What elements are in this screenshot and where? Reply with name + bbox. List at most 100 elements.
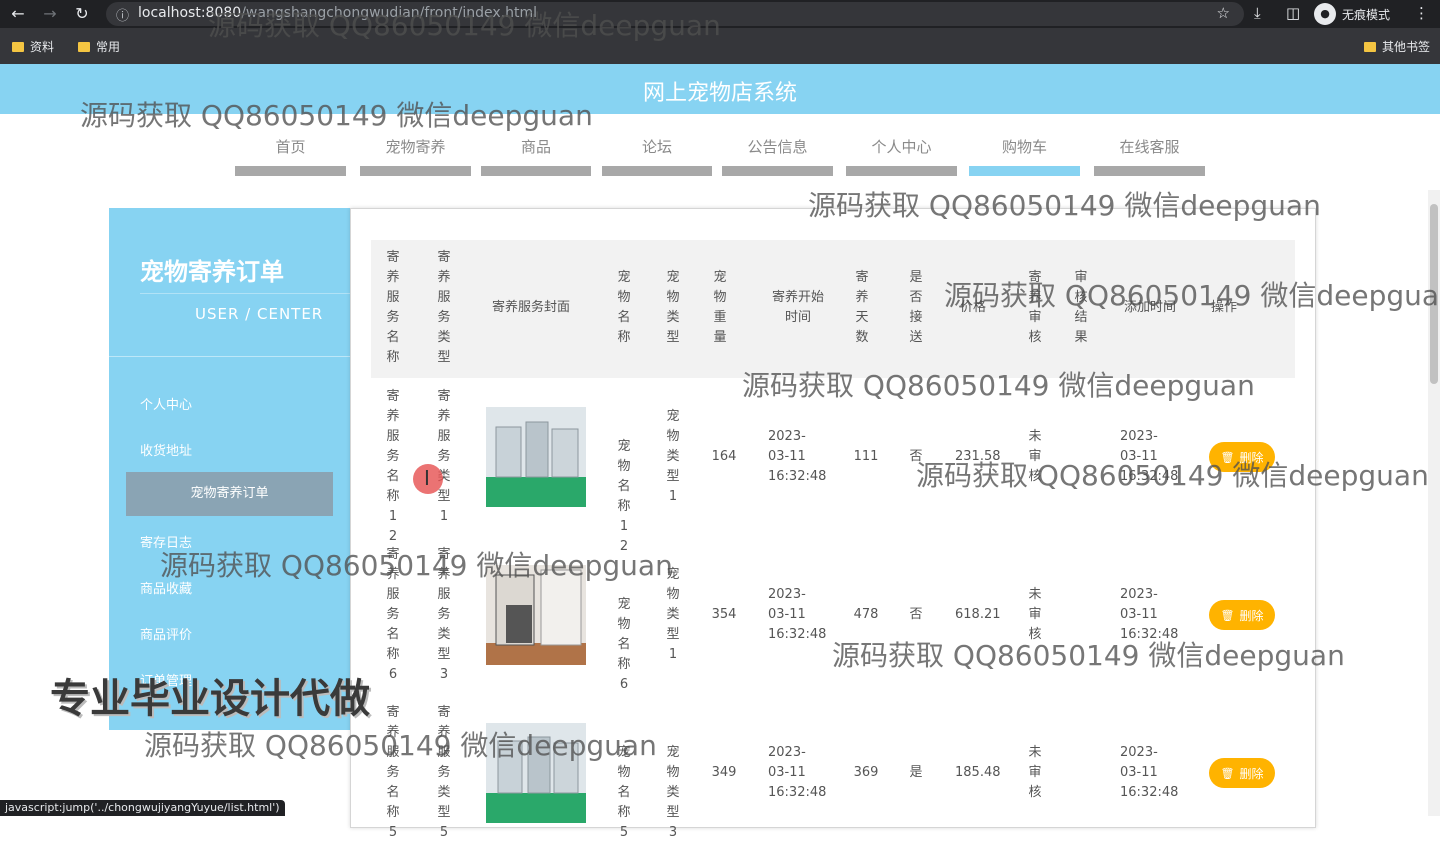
cell-pickup: 否 [909,607,923,622]
cell-price: 231.58 [955,449,1001,464]
cell-pickup: 是 [909,765,923,780]
cell-audit: 未审核 [1028,587,1042,642]
cell-service-name: 寄养服务名称12 [386,389,400,544]
nav-item-goods[interactable]: 商品 [481,130,591,178]
cell-audit: 未审核 [1028,429,1042,484]
sidepanel-icon[interactable]: ◫ [1286,4,1300,22]
header-cover: 寄养服务封面 [491,300,570,315]
delete-button[interactable]: 🗑 删除 [1209,600,1275,630]
folder-icon [1364,41,1376,52]
cell-days: 369 [853,765,879,780]
user-sidebar: 宠物寄养订单 USER / CENTER 个人中心 收货地址 宠物寄养订单 寄存… [109,208,351,730]
cell-added-time: 2023-03-11 16:32:48 [1120,587,1179,642]
delete-button[interactable]: 🗑 删除 [1209,442,1275,472]
cell-start-time: 2023-03-11 16:32:48 [768,745,827,800]
incognito-icon: ● [1314,3,1336,25]
header-result: 审核结果 [1074,270,1088,345]
address-bar[interactable]: ⓘ localhost:8080/wangshangchongwudian/fr… [106,2,1244,26]
header-days: 寄养天数 [855,270,869,345]
bookmark-star-icon[interactable]: ☆ [1217,4,1230,22]
cell-pet-name: 宠物名称12 [617,439,631,554]
cell-service-name: 寄养服务名称5 [386,705,400,840]
download-icon[interactable]: ⤓ [1254,4,1261,22]
nav-item-user-center[interactable]: 个人中心 [846,130,957,178]
folder-icon [78,41,90,52]
sidebar-title: 宠物寄养订单 [140,258,284,286]
trash-icon: 🗑 [1220,608,1235,622]
header-pickup: 是否接送 [909,270,923,345]
cell-weight: 164 [711,449,737,464]
header-pet-name: 宠物名称 [617,270,631,345]
sidebar-subtitle: USER / CENTER [195,305,324,323]
header-added-time: 添加时间 [1123,300,1176,315]
cell-price: 185.48 [955,765,1001,780]
header-audit: 寄养审核 [1028,270,1042,345]
sidebar-item-storage-log[interactable]: 寄存日志 [140,532,192,551]
cell-start-time: 2023-03-11 16:32:48 [768,429,827,484]
orders-panel: 寄养服务名称 寄养服务类型 寄养服务封面 宠物名称 宠物类型 宠物重量 寄养开始… [350,208,1316,840]
forward-icon[interactable]: → [40,4,60,24]
cell-start-time: 2023-03-11 16:32:48 [768,587,827,642]
header-service-type: 寄养服务类型 [437,250,451,365]
header-service-name: 寄养服务名称 [386,250,400,365]
cell-audit: 未审核 [1028,745,1042,800]
cell-pet-type: 宠物类型1 [666,567,680,662]
site-header: 网上宠物店系统 [0,64,1440,114]
menu-icon[interactable]: ⋮ [1414,4,1429,22]
reload-icon[interactable]: ↻ [72,4,92,24]
delete-button[interactable]: 🗑 删除 [1209,758,1275,788]
nav-item-cart[interactable]: 购物车 [969,130,1080,178]
incognito-indicator[interactable]: ● 无痕模式 [1314,3,1390,25]
cell-pet-type: 宠物类型1 [666,409,680,504]
info-icon[interactable]: ⓘ [116,5,129,24]
header-price: 价格 [959,300,986,315]
sidebar-item-reviews[interactable]: 商品评价 [140,624,192,643]
nav-item-forum[interactable]: 论坛 [602,130,712,178]
cell-pickup: 否 [909,449,923,464]
cell-service-type: 寄养服务类型5 [437,705,451,840]
other-bookmarks[interactable]: 其他书签 [1364,38,1430,55]
nav-item-home[interactable]: 首页 [235,130,346,178]
text-cursor-icon: I [424,466,430,490]
site-title: 网上宠物店系统 [642,81,797,106]
bookmarks-bar: 资料 常用 其他书签 [0,28,1440,64]
back-icon[interactable]: ← [8,4,28,24]
cell-pet-name: 宠物名称5 [617,745,631,840]
status-bar: javascript:jump('../chongwujiyangYuyue/l… [0,800,285,816]
folder-icon [12,41,24,52]
trash-icon: 🗑 [1220,450,1235,464]
cover-image[interactable] [486,565,586,665]
sidebar-item-user-center[interactable]: 个人中心 [140,394,192,413]
cell-pet-name: 宠物名称6 [617,597,631,692]
watermark-banner: 专业毕业设计代做 [50,676,370,722]
page-scrollbar[interactable] [1428,190,1440,816]
browser-toolbar: ← → ↻ ⓘ localhost:8080/wangshangchongwud… [0,0,1440,28]
cover-image[interactable] [486,723,586,823]
nav-item-online-service[interactable]: 在线客服 [1094,130,1205,178]
url-text: localhost:8080/wangshangchongwudian/fron… [138,5,538,21]
scrollbar-thumb[interactable] [1430,204,1438,384]
cell-added-time: 2023-03-11 16:32:48 [1120,429,1179,484]
cell-weight: 349 [711,765,737,780]
nav-item-pet-boarding[interactable]: 宠物寄养 [360,130,471,178]
cell-days: 478 [853,607,879,622]
header-start-time: 寄养开始时间 [771,290,824,325]
cell-service-type: 寄养服务类型1 [437,389,451,524]
cell-pet-type: 宠物类型3 [666,745,680,840]
nav-item-notice[interactable]: 公告信息 [722,130,833,178]
cell-days: 111 [853,449,879,464]
cell-weight: 354 [711,607,737,622]
header-pet-type: 宠物类型 [666,270,680,345]
sidebar-item-boarding-orders[interactable]: 宠物寄养订单 [126,472,333,516]
header-action: 操作 [1210,300,1237,315]
cover-image[interactable] [486,407,586,507]
cell-added-time: 2023-03-11 16:32:48 [1120,745,1179,800]
sidebar-item-favorites[interactable]: 商品收藏 [140,578,192,597]
cell-service-type: 寄养服务类型3 [437,547,451,682]
bookmark-folder[interactable]: 资料 [12,38,54,55]
header-weight: 宠物重量 [713,270,727,345]
cell-price: 618.21 [955,607,1001,622]
bookmark-folder[interactable]: 常用 [78,38,120,55]
sidebar-item-address[interactable]: 收货地址 [140,440,192,459]
cell-service-name: 寄养服务名称6 [386,547,400,682]
